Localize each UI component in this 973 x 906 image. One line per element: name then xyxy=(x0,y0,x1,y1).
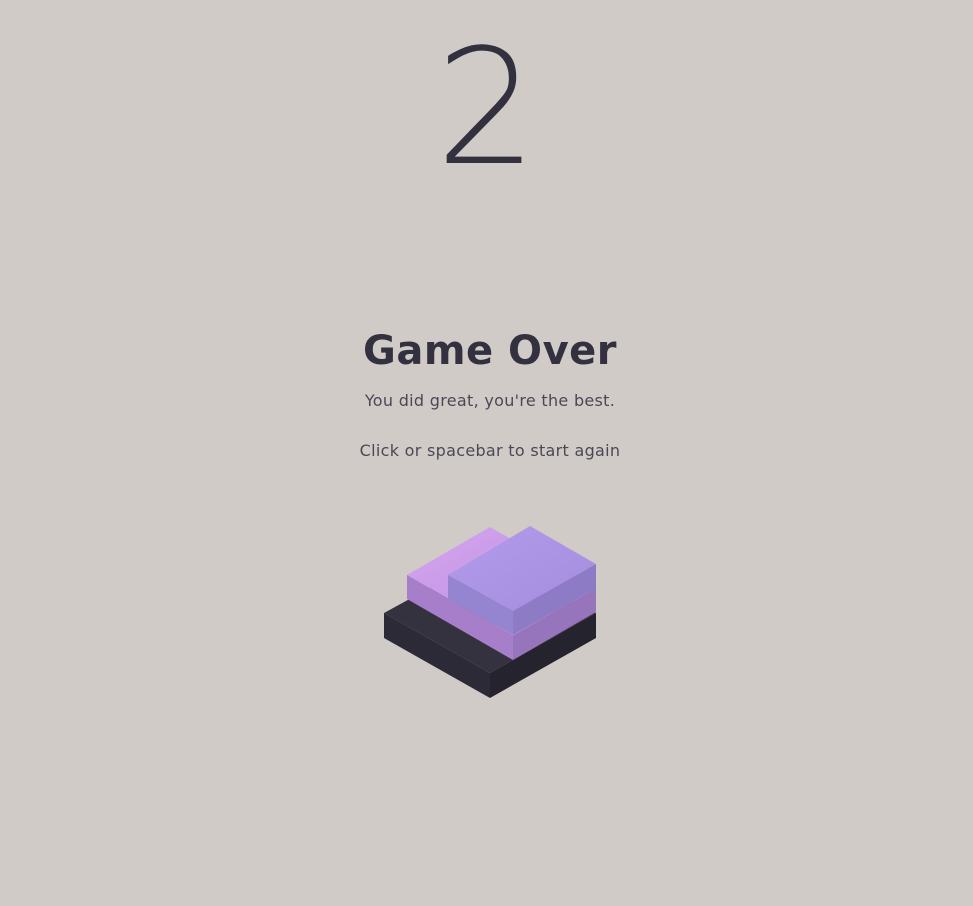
block-stack xyxy=(384,526,596,698)
game-screen[interactable]: 2 Game Over You did great, you're the be… xyxy=(0,0,973,906)
